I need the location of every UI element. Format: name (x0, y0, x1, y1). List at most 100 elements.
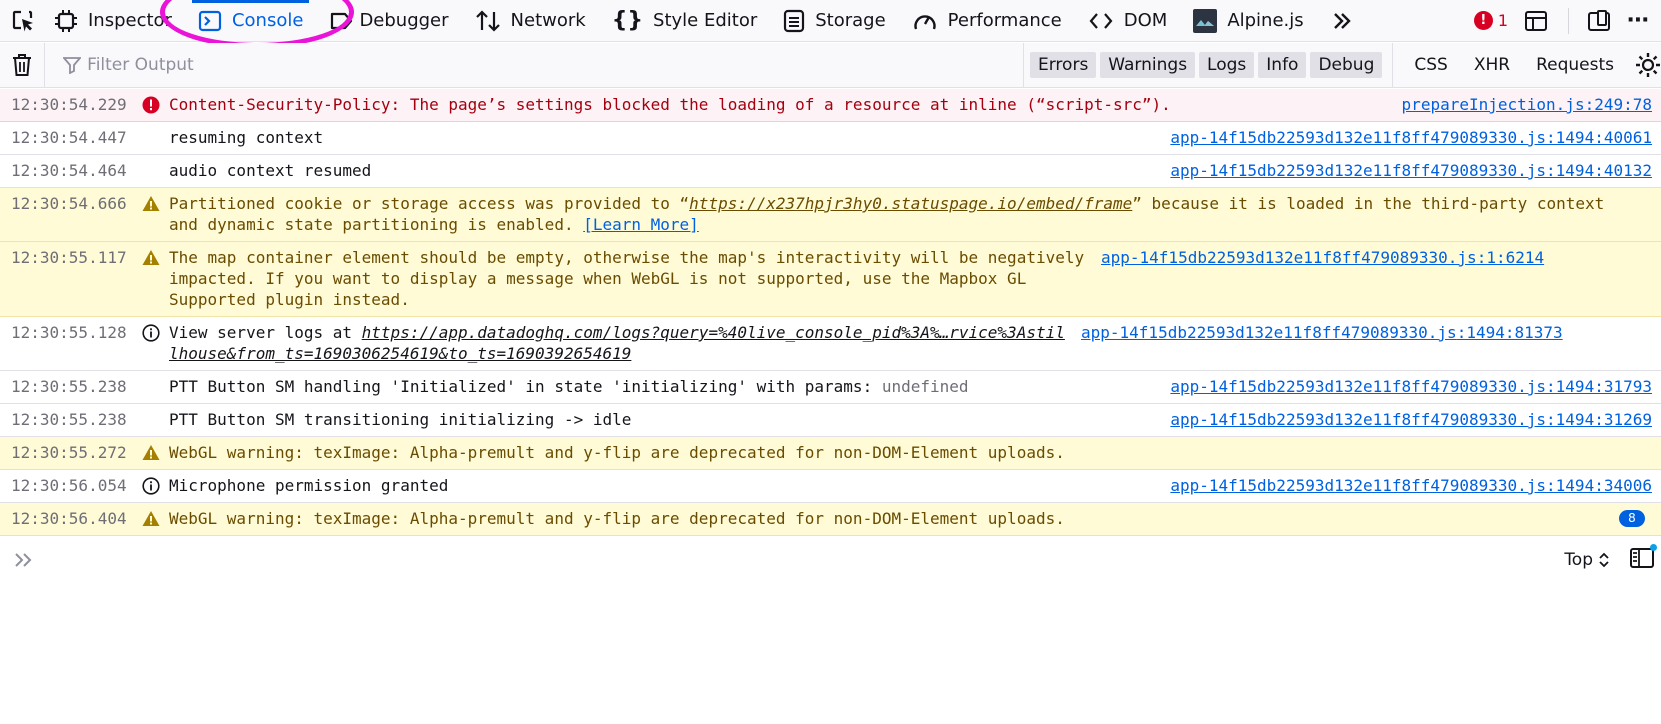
source-file: app-14f15db22593d132e11f8ff479089330.js (1081, 323, 1457, 342)
responsive-design-button[interactable] (1579, 0, 1619, 42)
message-icon-placeholder (137, 409, 165, 411)
filter-requests-button[interactable]: Requests (1527, 52, 1623, 78)
message-text: WebGL warning: texImage: Alpha-premult a… (169, 443, 1065, 462)
message-timestamp: 12:30:55.128 (11, 323, 127, 342)
source-link[interactable]: app-14f15db22593d132e11f8ff479089330.js:… (1170, 161, 1652, 180)
chevron-double-right-icon (1333, 12, 1351, 29)
message-source: app-14f15db22593d132e11f8ff479089330.js:… (1170, 475, 1661, 496)
more-options-button[interactable]: ⋯ (1619, 0, 1661, 42)
message-timestamp: 12:30:55.238 (11, 377, 127, 396)
tab-style-editor-label: Style Editor (653, 10, 758, 31)
source-link[interactable]: app-14f15db22593d132e11f8ff479089330.js:… (1170, 377, 1652, 396)
tab-debugger-label: Debugger (359, 10, 449, 31)
filter-debug-button[interactable]: Debug (1310, 52, 1383, 78)
trash-icon (13, 54, 32, 76)
evaluation-context-selector[interactable]: Top (1564, 550, 1609, 570)
frame-icon (1525, 10, 1547, 31)
tab-inspector[interactable]: Inspector (48, 0, 178, 42)
error-icon: ! (1473, 11, 1493, 30)
error-icon (137, 94, 165, 114)
console-output: 12:30:54.229 Content-Security-Policy: Th… (0, 89, 1661, 536)
filter-input[interactable] (87, 55, 888, 75)
tab-performance[interactable]: Performance (906, 0, 1068, 42)
gear-icon (1636, 53, 1660, 77)
message-icon-placeholder (137, 160, 165, 162)
console-message-error: 12:30:54.229 Content-Security-Policy: Th… (0, 89, 1661, 122)
tab-dom[interactable]: DOM (1082, 0, 1174, 42)
learn-more-link[interactable]: [Learn More] (583, 215, 699, 234)
source-location: :1494:40132 (1546, 161, 1652, 180)
responsive-mode-icon (1588, 9, 1610, 31)
tab-performance-label: Performance (947, 10, 1062, 31)
tab-console-label: Console (231, 10, 304, 31)
filter-css-button[interactable]: CSS (1405, 52, 1456, 78)
alpine-icon (1193, 8, 1218, 33)
tab-alpine[interactable]: Alpine.js (1187, 0, 1309, 42)
message-timestamp: 12:30:54.447 (11, 128, 127, 147)
source-location: :1:6214 (1476, 248, 1545, 267)
tab-network-label: Network (510, 10, 586, 31)
message-source: prepareInjection.js:249:78 (1402, 94, 1661, 115)
tab-network[interactable]: Network (469, 0, 592, 42)
log-level-filters: Errors Warnings Logs Info Debug (1023, 42, 1386, 88)
source-link[interactable]: prepareInjection.js:249:78 (1402, 95, 1652, 114)
source-link[interactable]: app-14f15db22593d132e11f8ff479089330.js:… (1170, 476, 1652, 495)
debugger-icon (331, 12, 353, 29)
message-text: Microphone permission granted (169, 476, 449, 495)
more-tabs-button[interactable] (1324, 0, 1360, 42)
toggle-sidebar-button[interactable] (1629, 543, 1657, 573)
console-input[interactable] (0, 551, 48, 569)
message-timestamp: 12:30:54.229 (11, 95, 127, 114)
message-icon-placeholder (137, 376, 165, 378)
source-link[interactable]: app-14f15db22593d132e11f8ff479089330.js:… (1170, 128, 1652, 147)
message-source: app-14f15db22593d132e11f8ff479089330.js:… (1170, 127, 1661, 148)
warning-icon (137, 193, 165, 212)
source-link[interactable]: app-14f15db22593d132e11f8ff479089330.js:… (1170, 410, 1652, 429)
undefined-value: undefined (881, 377, 969, 396)
element-picker-button[interactable] (0, 0, 48, 42)
message-text: Partitioned cookie or storage access was… (165, 193, 1661, 235)
dom-icon (1089, 12, 1113, 29)
element-picker-icon (12, 10, 33, 31)
warning-icon (137, 508, 165, 527)
source-location: :1494:40061 (1546, 128, 1652, 147)
filter-output-field (45, 43, 948, 88)
info-icon (137, 322, 165, 342)
clear-console-button[interactable] (0, 42, 46, 88)
tab-storage-label: Storage (815, 10, 886, 31)
console-message-warning: 12:30:55.272 WebGL warning: texImage: Al… (0, 437, 1661, 470)
message-source: app-14f15db22593d132e11f8ff479089330.js:… (1170, 409, 1661, 430)
message-text: PTT Button SM handling 'Initialized' in … (165, 376, 1154, 397)
console-message-info: 12:30:56.054 Microphone permission grant… (0, 470, 1661, 503)
tab-debugger[interactable]: Debugger (323, 0, 454, 42)
console-message-info: 12:30:55.128 View server logs at https:/… (0, 317, 1661, 371)
message-link[interactable]: https://x237hpjr3hy0.statuspage.io/embed… (689, 194, 1132, 213)
console-icon (198, 10, 222, 31)
source-link[interactable]: app-14f15db22593d132e11f8ff479089330.js:… (1081, 323, 1563, 342)
filter-warnings-button[interactable]: Warnings (1100, 52, 1196, 78)
tab-style-editor[interactable]: {} Style Editor (606, 0, 764, 42)
error-count-button[interactable]: ! 1 (1468, 11, 1514, 30)
tab-alpine-label: Alpine.js (1227, 10, 1304, 31)
message-timestamp: 12:30:55.117 (11, 248, 127, 267)
tab-storage[interactable]: Storage (777, 0, 891, 42)
source-file: app-14f15db22593d132e11f8ff479089330.js (1170, 476, 1547, 495)
filter-logs-button[interactable]: Logs (1199, 52, 1255, 78)
message-timestamp: 12:30:55.238 (11, 410, 127, 429)
frame-select-button[interactable] (1514, 0, 1558, 42)
tab-console[interactable]: Console (191, 0, 310, 42)
source-file: app-14f15db22593d132e11f8ff479089330.js (1170, 161, 1547, 180)
filter-errors-button[interactable]: Errors (1030, 52, 1097, 78)
console-message-warning: 12:30:56.404 WebGL warning: texImage: Al… (0, 503, 1661, 536)
filter-info-button[interactable]: Info (1258, 52, 1307, 78)
message-text-part: Partitioned cookie or storage access was… (169, 194, 690, 213)
filter-xhr-button[interactable]: XHR (1465, 52, 1519, 78)
console-settings-button[interactable] (1635, 52, 1661, 78)
message-text: WebGL warning: texImage: Alpha-premult a… (169, 509, 1065, 528)
message-text-part: View server logs at (169, 323, 362, 342)
console-message-log: 12:30:55.238 PTT Button SM transitioning… (0, 404, 1661, 437)
repeat-count-badge: 8 (1619, 510, 1645, 527)
source-link[interactable]: app-14f15db22593d132e11f8ff479089330.js:… (1101, 248, 1544, 267)
message-source: app-14f15db22593d132e11f8ff479089330.js:… (1170, 376, 1661, 397)
source-file: app-14f15db22593d132e11f8ff479089330.js (1170, 377, 1547, 396)
